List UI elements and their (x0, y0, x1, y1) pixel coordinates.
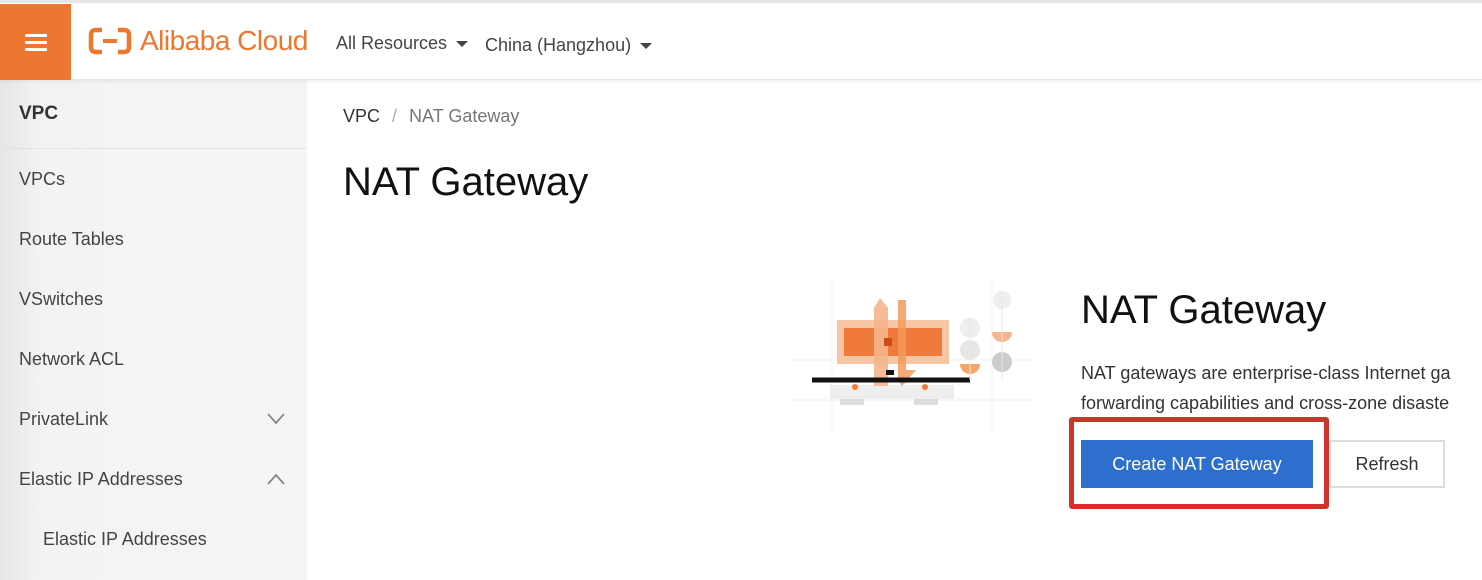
region-label: China (Hangzhou) (485, 35, 632, 55)
sidebar-item-vswitches[interactable]: VSwitches (0, 269, 307, 329)
sidebar-item-label: Network ACL (19, 348, 125, 369)
breadcrumb-separator: / (392, 106, 398, 126)
chevron-down-icon[interactable] (267, 413, 285, 425)
create-nat-gateway-button[interactable]: Create NAT Gateway (1081, 440, 1313, 488)
breadcrumb-current: NAT Gateway (409, 106, 520, 126)
empty-state-description: NAT gateways are enterprise-class Intern… (1081, 358, 1482, 418)
region-dropdown[interactable]: China (Hangzhou) (485, 35, 653, 56)
alibaba-cloud-logo[interactable]: Alibaba Cloud (88, 23, 308, 59)
caret-down-icon (456, 40, 469, 47)
main-content: VPC / NAT Gateway NAT Gateway NAT Gatewa… (307, 80, 1482, 580)
sidebar-item-label: Elastic IP Addresses (19, 468, 183, 489)
sidebar-title: VPC (0, 80, 307, 149)
empty-state-title: NAT Gateway (1081, 288, 1327, 332)
sidebar-item-route-tables[interactable]: Route Tables (0, 209, 307, 269)
top-navigation-bar: Alibaba Cloud All Resources China (Hangz… (0, 0, 1482, 80)
caret-down-icon (640, 42, 653, 49)
breadcrumb: VPC / NAT Gateway (343, 106, 519, 127)
refresh-button[interactable]: Refresh (1329, 440, 1445, 488)
empty-state-description-line: forwarding capabilities and cross-zone d… (1081, 393, 1450, 413)
all-resources-dropdown[interactable]: All Resources (336, 33, 469, 54)
sidebar-item-label: PrivateLink (19, 408, 109, 429)
all-resources-label: All Resources (336, 33, 448, 53)
alibaba-cloud-logo-mark-icon (88, 27, 132, 55)
sidebar-item-label: VPCs (19, 168, 66, 189)
sidebar-item-network-acl[interactable]: Network ACL (0, 329, 307, 389)
sidebar-item-vpcs[interactable]: VPCs (0, 149, 307, 209)
chevron-up-icon[interactable] (267, 473, 285, 485)
empty-state-description-line: NAT gateways are enterprise-class Intern… (1081, 363, 1451, 383)
hamburger-menu-icon[interactable] (0, 4, 71, 80)
brand-name: Alibaba Cloud (140, 25, 308, 56)
nat-gateway-illustration (792, 280, 1032, 430)
sidebar-item-label: Elastic IP Addresses (43, 528, 207, 549)
breadcrumb-root-link[interactable]: VPC (343, 106, 380, 127)
sidebar: VPC VPCs Route Tables VSwitches Network … (0, 80, 307, 580)
sidebar-item-label: Route Tables (19, 228, 124, 249)
page-title: NAT Gateway (343, 160, 589, 204)
sidebar-item-label: VSwitches (19, 288, 104, 309)
sidebar-subitem-elastic-ip-addresses[interactable]: Elastic IP Addresses (0, 509, 307, 569)
sidebar-item-elastic-ip-addresses[interactable]: Elastic IP Addresses (0, 449, 307, 509)
sidebar-item-privatelink[interactable]: PrivateLink (0, 389, 307, 449)
